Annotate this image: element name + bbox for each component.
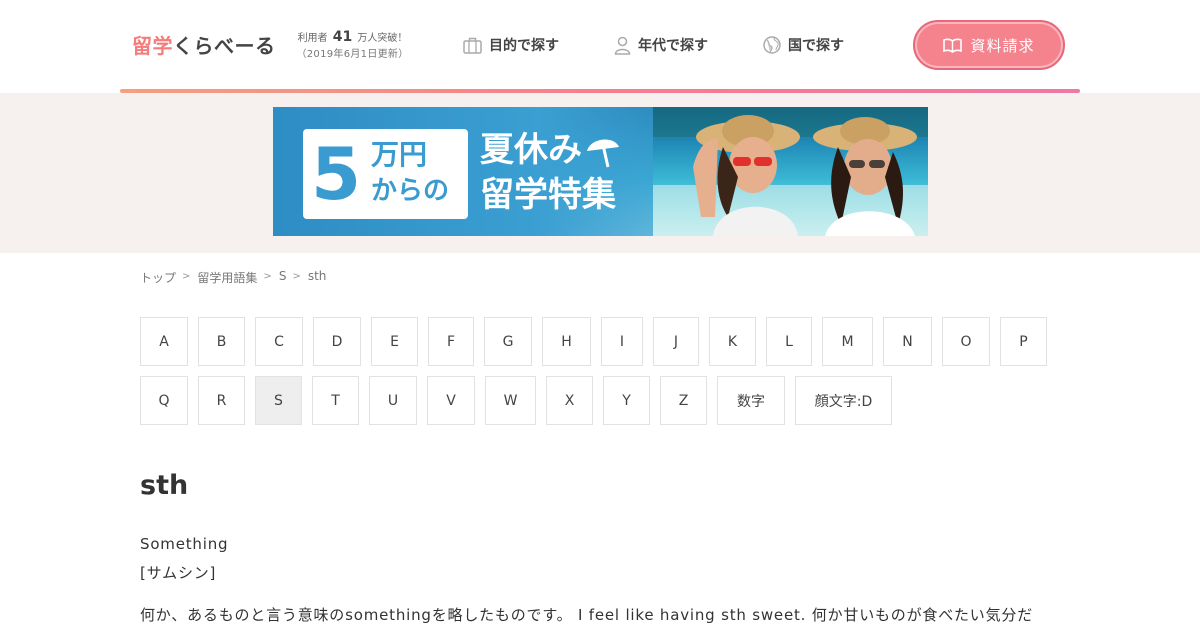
suitcase-icon	[463, 37, 482, 54]
letter-link-a[interactable]: A	[140, 317, 188, 366]
banner-title-line1: 夏休み	[480, 129, 622, 171]
banner-title1-text: 夏休み	[480, 130, 582, 170]
breadcrumb-separator: >	[263, 271, 272, 282]
banner-unit: 万円	[371, 138, 428, 171]
breadcrumb-separator: >	[182, 271, 191, 282]
nav-search-by-age[interactable]: 年代で探す	[614, 34, 708, 56]
letter-link-h[interactable]: H	[542, 317, 591, 366]
letter-link-m[interactable]: M	[822, 317, 873, 366]
letter-link-t[interactable]: T	[312, 376, 359, 425]
letter-link-d[interactable]: D	[313, 317, 361, 366]
users-count: 41	[332, 29, 353, 45]
letter-link-s[interactable]: S	[255, 376, 302, 425]
letter-link-z[interactable]: Z	[660, 376, 707, 425]
banner-title-line2: 留学特集	[480, 175, 616, 215]
banner-photo	[653, 107, 928, 236]
term-description: 何か、あるものと言う意味のsomethingを略したものです。 I feel l…	[140, 606, 1034, 624]
term-reading: [サムシン]	[140, 564, 217, 582]
site-header: 留学くらべーる 利用者 41 万人突破！ （2019年6月1日更新） 目的で探す…	[0, 0, 1200, 91]
banner-area: 5 万円 からの 夏休み 留学特集	[0, 93, 1200, 253]
book-icon	[943, 38, 963, 53]
letter-link-n[interactable]: N	[883, 317, 932, 366]
breadcrumb-current: sth	[307, 269, 327, 283]
nav-search-by-purpose[interactable]: 目的で探す	[463, 34, 559, 56]
breadcrumb-letter[interactable]: S	[279, 269, 287, 286]
logo-rest-text: くらべーる	[173, 34, 276, 58]
users-update-date: （2019年6月1日更新）	[296, 49, 409, 60]
breadcrumb-top[interactable]: トップ	[140, 269, 176, 286]
letter-link-p[interactable]: P	[1000, 317, 1047, 366]
nav-search-by-country[interactable]: 国で探す	[763, 34, 844, 56]
nav-age-label: 年代で探す	[638, 38, 708, 54]
person-icon	[614, 36, 631, 55]
globe-icon	[763, 36, 781, 54]
letter-link-emoticons[interactable]: 顔文字:D	[795, 376, 892, 425]
nav-purpose-label: 目的で探す	[489, 38, 559, 54]
letter-link-v[interactable]: V	[427, 376, 475, 425]
letter-link-j[interactable]: J	[653, 317, 699, 366]
letter-link-f[interactable]: F	[428, 317, 474, 366]
letter-link-c[interactable]: C	[255, 317, 303, 366]
request-brochure-label: 資料請求	[970, 36, 1035, 55]
letter-link-g[interactable]: G	[484, 317, 532, 366]
beach-umbrella-icon	[587, 138, 619, 167]
letter-link-w[interactable]: W	[485, 376, 536, 425]
breadcrumb-separator: >	[292, 271, 301, 282]
letter-link-x[interactable]: X	[546, 376, 593, 425]
breadcrumb: トップ > 留学用語集 > S > sth	[140, 269, 326, 286]
letter-link-numbers[interactable]: 数字	[717, 376, 785, 425]
summer-study-abroad-banner[interactable]: 5 万円 からの 夏休み 留学特集	[273, 107, 928, 236]
users-prefix: 利用者	[297, 33, 328, 44]
term-english: Something	[140, 535, 229, 553]
request-brochure-button[interactable]: 資料請求	[913, 20, 1065, 70]
nav-country-label: 国で探す	[788, 38, 844, 54]
letter-link-e[interactable]: E	[371, 317, 418, 366]
users-suffix: 万人突破！	[357, 33, 408, 44]
letter-link-q[interactable]: Q	[140, 376, 188, 425]
letter-link-l[interactable]: L	[766, 317, 812, 366]
letter-link-i[interactable]: I	[601, 317, 643, 366]
letter-link-y[interactable]: Y	[603, 376, 650, 425]
letter-link-r[interactable]: R	[198, 376, 245, 425]
letter-link-b[interactable]: B	[198, 317, 245, 366]
letter-link-u[interactable]: U	[369, 376, 417, 425]
term-title: sth	[140, 470, 189, 501]
user-count-info: 利用者 41 万人突破！ （2019年6月1日更新）	[290, 29, 415, 63]
logo-accent-text: 留学	[132, 34, 173, 58]
banner-from: からの	[371, 176, 450, 206]
letter-link-k[interactable]: K	[709, 317, 756, 366]
letter-link-o[interactable]: O	[942, 317, 990, 366]
banner-big-number: 5	[311, 132, 362, 216]
breadcrumb-glossary[interactable]: 留学用語集	[197, 269, 257, 286]
site-logo[interactable]: 留学くらべーる	[132, 30, 276, 59]
